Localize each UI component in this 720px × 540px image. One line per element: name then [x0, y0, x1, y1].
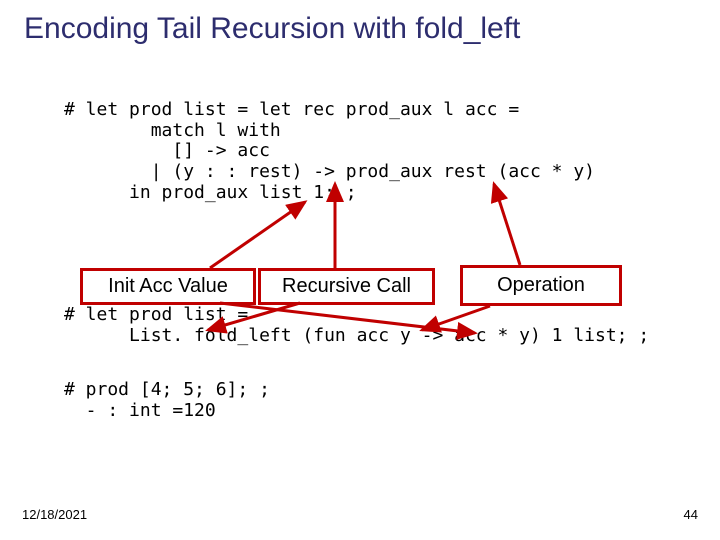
code-block-recursive: # let prod list = let rec prod_aux l acc…	[64, 100, 595, 203]
slide: Encoding Tail Recursion with fold_left #…	[0, 0, 720, 540]
footer-date: 12/18/2021	[22, 507, 87, 522]
label-recursive-call: Recursive Call	[258, 268, 435, 305]
label-operation: Operation	[460, 265, 622, 306]
footer-page-number: 44	[684, 507, 698, 522]
slide-title: Encoding Tail Recursion with fold_left	[24, 12, 520, 46]
code-block-result: # prod [4; 5; 6]; ; - : int =120	[64, 380, 270, 421]
code-block-foldleft: # let prod list = List. fold_left (fun a…	[64, 305, 649, 346]
label-init-acc: Init Acc Value	[80, 268, 256, 305]
